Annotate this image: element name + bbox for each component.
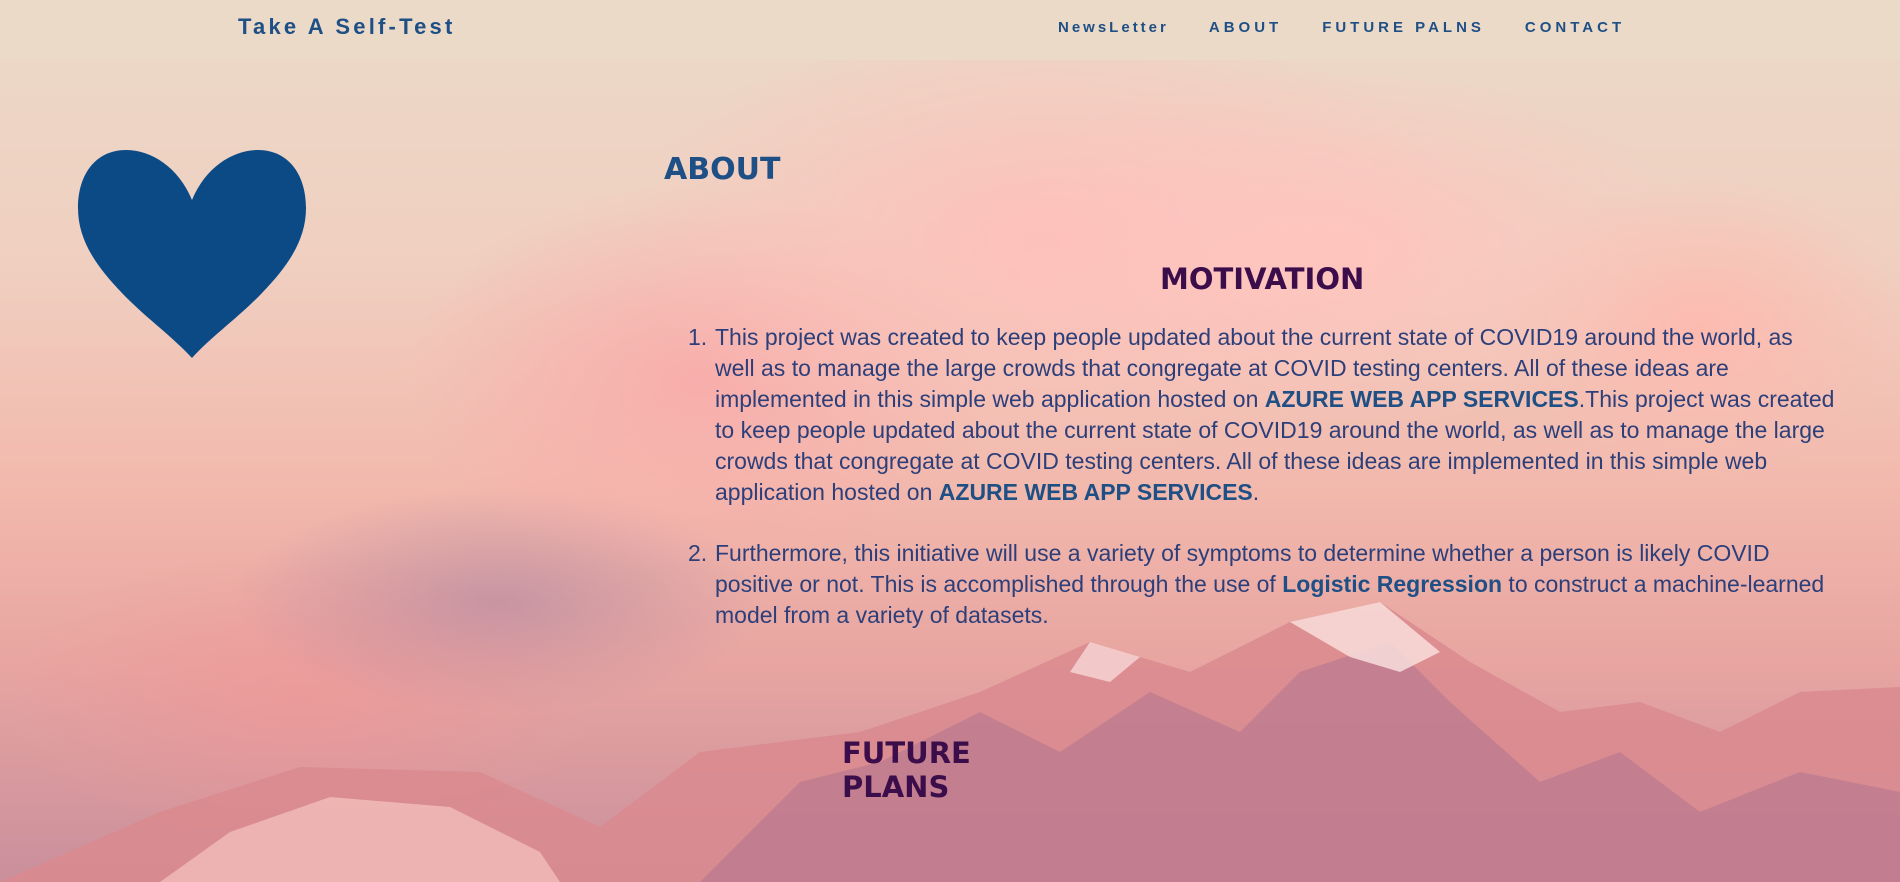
future-plans-heading: FUTURE PLANS xyxy=(842,736,971,804)
nav-newsletter[interactable]: NewsLetter xyxy=(1058,19,1169,36)
motivation-list: 1. This project was created to keep peopl… xyxy=(688,322,1838,631)
top-navbar: Take A Self-Test NewsLetter ABOUT FUTURE… xyxy=(0,0,1900,60)
highlight-text: AZURE WEB APP SERVICES xyxy=(938,479,1253,505)
highlight-text: AZURE WEB APP SERVICES xyxy=(1264,386,1579,412)
about-heading: ABOUT xyxy=(664,152,781,187)
nav-future-plans[interactable]: FUTURE PALNS xyxy=(1322,19,1485,36)
highlight-text: Logistic Regression xyxy=(1282,571,1503,597)
heart-icon xyxy=(78,150,306,358)
motivation-heading: MOTIVATION xyxy=(1160,262,1365,296)
main-nav: NewsLetter ABOUT FUTURE PALNS CONTACT xyxy=(1058,19,1665,36)
site-brand[interactable]: Take A Self-Test xyxy=(238,14,455,40)
list-item: 1. This project was created to keep peopl… xyxy=(688,322,1838,508)
list-number: 1. xyxy=(688,324,708,350)
nav-about[interactable]: ABOUT xyxy=(1209,19,1282,36)
list-number: 2. xyxy=(688,540,708,566)
list-text: . xyxy=(1252,479,1260,505)
list-item: 2. Furthermore, this initiative will use … xyxy=(688,538,1838,631)
nav-contact[interactable]: CONTACT xyxy=(1525,19,1625,36)
